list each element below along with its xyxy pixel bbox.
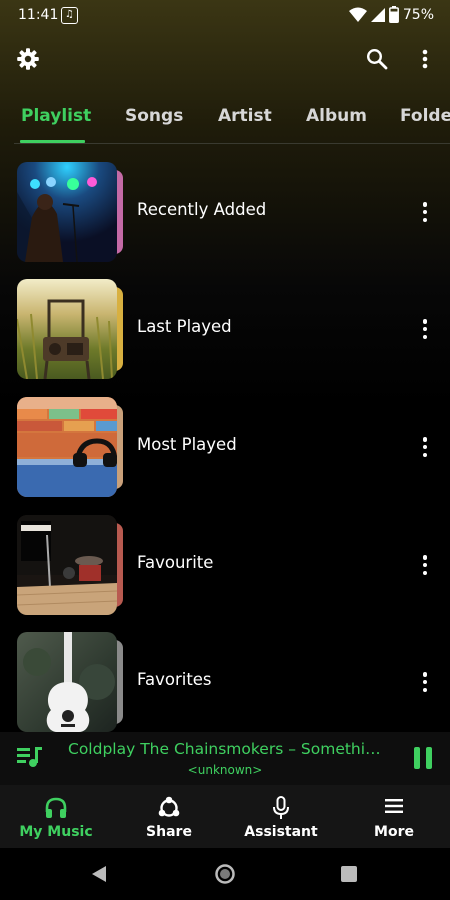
settings-gear-icon[interactable] xyxy=(15,46,41,72)
status-bar: 11:41 ♫ 75% xyxy=(0,0,450,32)
playlist-row-favourite[interactable]: Favourite xyxy=(0,515,450,615)
status-indicators: 75% xyxy=(348,6,434,23)
tab-album[interactable]: Album xyxy=(306,106,367,126)
playlist-title: Last Played xyxy=(137,317,232,336)
playlist-more-icon[interactable] xyxy=(414,670,436,694)
tab-playlist[interactable]: Playlist xyxy=(21,106,91,126)
top-toolbar xyxy=(0,40,450,80)
playlist-row-favorites[interactable]: Favorites xyxy=(0,632,450,732)
search-icon[interactable] xyxy=(364,46,390,72)
playlist-thumbnail xyxy=(17,515,127,615)
share-icon xyxy=(158,796,180,817)
playlist-title: Favorites xyxy=(137,670,212,689)
menu-icon xyxy=(385,799,403,813)
playlist-more-icon[interactable] xyxy=(414,553,436,577)
music-app: 11:41 ♫ 75% Playlist Songs Artist Album … xyxy=(0,0,450,900)
music-notification-icon: ♫ xyxy=(61,7,78,24)
mic-icon xyxy=(273,796,289,819)
status-time: 11:41 xyxy=(18,7,59,23)
nav-my-music[interactable]: My Music xyxy=(0,785,112,848)
tab-songs[interactable]: Songs xyxy=(125,106,183,126)
signal-icon xyxy=(370,7,385,22)
queue-icon[interactable] xyxy=(17,745,43,769)
home-icon[interactable] xyxy=(213,862,237,886)
playlist-title: Most Played xyxy=(137,435,237,454)
playlist-row-last-played[interactable]: Last Played xyxy=(0,279,450,379)
mini-player[interactable]: Coldplay The Chainsmokers – Something Ju… xyxy=(0,732,450,785)
wifi-icon xyxy=(348,7,367,22)
pause-icon[interactable] xyxy=(413,747,433,769)
battery-icon xyxy=(388,6,399,23)
back-icon[interactable] xyxy=(87,862,111,886)
battery-percent: 75% xyxy=(402,6,434,23)
nav-share[interactable]: Share xyxy=(113,785,225,848)
playlist-more-icon[interactable] xyxy=(414,200,436,224)
nav-label: Assistant xyxy=(244,824,318,840)
tab-artist[interactable]: Artist xyxy=(218,106,272,126)
playlist-thumbnail xyxy=(17,162,127,262)
bottom-navigation: My Music Share Assistant More xyxy=(0,785,450,848)
system-navigation-bar xyxy=(0,848,450,900)
library-tabs: Playlist Songs Artist Album Folder xyxy=(0,96,450,144)
playlist-row-recently-added[interactable]: Recently Added xyxy=(0,162,450,262)
overflow-menu-icon[interactable] xyxy=(412,46,438,72)
now-playing-artist: <unknown> xyxy=(187,763,263,777)
playlist-title: Recently Added xyxy=(137,200,267,219)
nav-assistant[interactable]: Assistant xyxy=(225,785,337,848)
headphones-icon xyxy=(45,797,67,818)
playlist-more-icon[interactable] xyxy=(414,317,436,341)
tabs-divider xyxy=(14,143,450,144)
playlist-thumbnail xyxy=(17,397,127,497)
nav-label: More xyxy=(374,824,414,840)
nav-label: My Music xyxy=(19,824,93,840)
tab-folder[interactable]: Folder xyxy=(400,106,450,126)
playlist-row-most-played[interactable]: Most Played xyxy=(0,397,450,497)
playlist-thumbnail xyxy=(17,632,127,732)
playlist-more-icon[interactable] xyxy=(414,435,436,459)
now-playing-title: Coldplay The Chainsmokers – Something Ju… xyxy=(68,740,388,758)
playlist-thumbnail xyxy=(17,279,127,379)
nav-more[interactable]: More xyxy=(338,785,450,848)
recents-icon[interactable] xyxy=(337,862,361,886)
nav-label: Share xyxy=(146,824,192,840)
playlist-title: Favourite xyxy=(137,553,214,572)
